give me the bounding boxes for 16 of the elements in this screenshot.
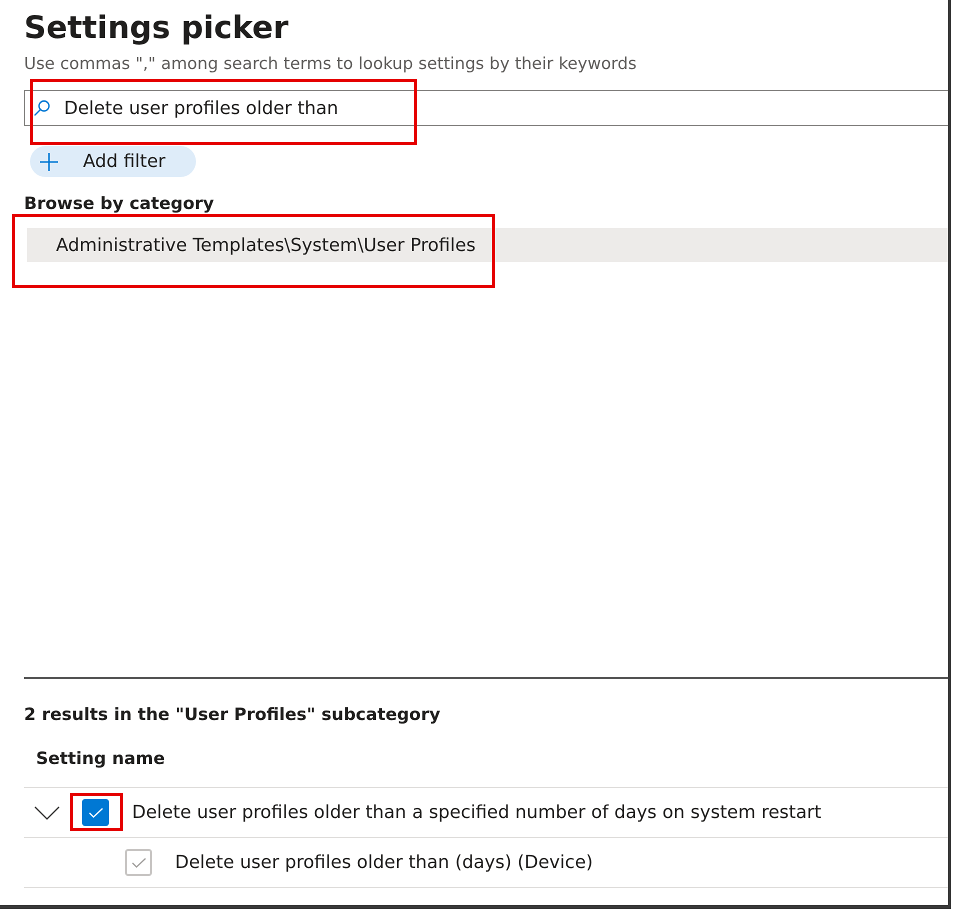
checkbox[interactable] [82, 799, 109, 826]
check-icon [88, 808, 102, 818]
results-summary: 2 results in the "User Profiles" subcategory [24, 705, 440, 725]
plus-icon [40, 152, 58, 170]
chevron-down-icon[interactable] [34, 806, 60, 820]
section-heading: Browse by category [24, 194, 214, 214]
page-title: Settings picker [24, 9, 288, 48]
setting-name: Delete user profiles older than (days) (Device) [175, 851, 593, 875]
search-icon [34, 100, 50, 116]
column-header[interactable]: Setting name [36, 749, 165, 769]
add-filter-button[interactable]: Add filter [30, 146, 196, 177]
category-item[interactable]: Administrative Templates\System\User Profiles [27, 228, 948, 262]
check-icon [132, 858, 146, 868]
setting-name: Delete user profiles older than a specified number of days on system restart [132, 801, 822, 825]
search-hint: Use commas "," among search terms to lookup settings by their keywords [24, 54, 637, 74]
search-field[interactable]: Delete user profiles older than [24, 90, 948, 126]
